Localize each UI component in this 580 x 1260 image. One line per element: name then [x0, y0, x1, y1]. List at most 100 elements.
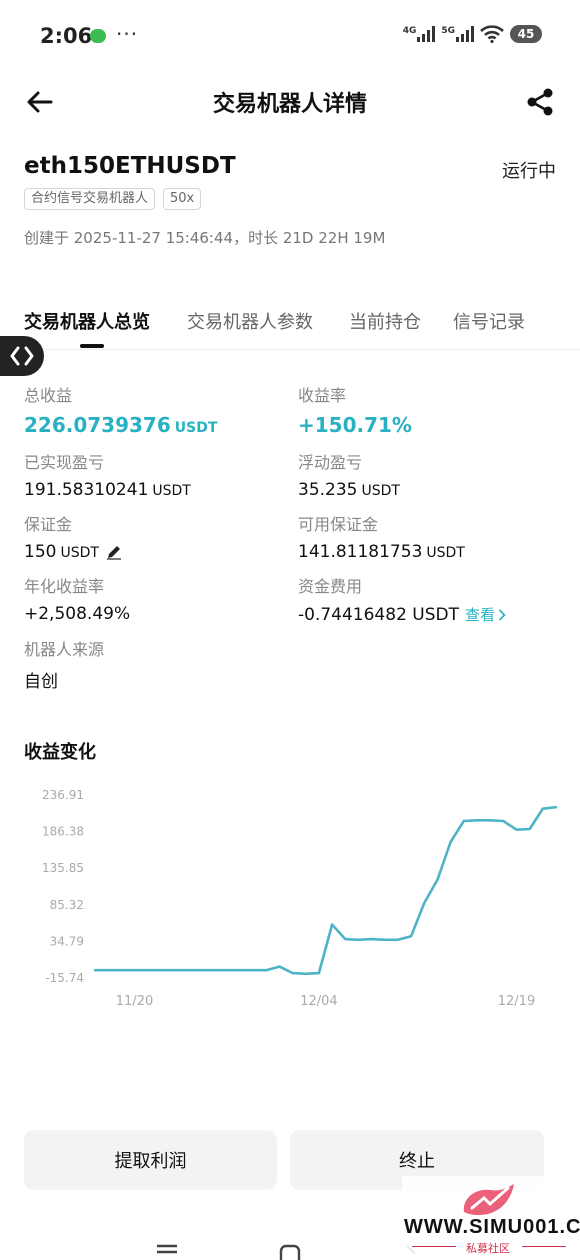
status-bar: 2:06 ··· 4G 5G 45	[0, 0, 580, 72]
tab-overview[interactable]: 交易机器人总览	[24, 308, 150, 334]
profit-data-point	[291, 971, 294, 975]
more-notifications-icon: ···	[116, 22, 139, 46]
stat-floating-pnl: 浮动盈亏 35.235 USDT	[298, 449, 400, 500]
profit-data-point	[330, 923, 334, 926]
stat-label: 保证金	[24, 515, 73, 534]
y-tick-label: 236.91	[42, 788, 84, 802]
stat-available-margin: 可用保证金 141.81181753 USDT	[298, 511, 465, 562]
watermark: WWW.SIMU001.CN 私募社区	[402, 1176, 580, 1260]
x-tick-label: 12/04	[300, 994, 337, 1009]
stat-bot-source: 机器人来源 自创	[24, 636, 104, 692]
stat-label: 收益率	[298, 386, 347, 405]
share-icon[interactable]	[524, 86, 556, 118]
edit-icon[interactable]	[106, 544, 122, 560]
withdraw-profit-button[interactable]: 提取利润	[24, 1130, 277, 1190]
profit-data-point	[199, 969, 202, 972]
chevron-right-icon	[498, 608, 506, 621]
profit-data-point	[436, 878, 439, 881]
stat-label: 已实现盈亏	[24, 453, 105, 472]
created-info: 创建于 2025-11-27 15:46:44，时长 21D 22H 19M	[24, 229, 386, 247]
profit-data-point	[396, 938, 400, 941]
page-title: 交易机器人详情	[212, 92, 367, 117]
profit-data-point	[159, 969, 163, 972]
wifi-icon	[480, 25, 504, 43]
profit-data-point	[344, 937, 347, 941]
profit-data-point	[212, 969, 215, 972]
profit-data-point	[278, 965, 281, 968]
stat-total-profit: 总收益 226.0739376 USDT	[24, 382, 217, 437]
profit-data-point	[449, 840, 452, 844]
profit-data-point	[120, 969, 123, 972]
profit-data-point	[93, 969, 97, 972]
status-icons: 4G 5G 45	[403, 25, 542, 43]
bot-tags: 合约信号交易机器人 50x	[24, 188, 202, 210]
bot-status: 运行中	[502, 161, 556, 182]
profit-data-point	[304, 972, 307, 976]
chart-section-title: 收益变化	[24, 742, 96, 763]
home-nav-icon[interactable]	[278, 1244, 302, 1260]
y-tick-label: 135.85	[42, 861, 84, 875]
y-tick-label: 34.79	[50, 934, 84, 948]
profit-data-point	[251, 969, 255, 972]
stat-annualized-yield: 年化收益率 +2,508.49%	[24, 573, 130, 624]
profit-data-point	[172, 969, 176, 972]
profit-data-point	[502, 819, 505, 823]
profit-data-point	[238, 969, 242, 972]
watermark-text: WWW.SIMU001.CN	[404, 1216, 580, 1238]
leverage-tag: 50x	[163, 188, 202, 210]
status-time: 2:06	[40, 24, 93, 48]
profit-data-point	[541, 807, 545, 810]
profit-data-point	[370, 937, 373, 941]
stat-funding-fee: 资金费用 -0.74416482 USDT 查看	[298, 573, 506, 625]
profit-data-point	[106, 969, 110, 972]
active-tab-indicator	[80, 344, 104, 348]
profit-data-point	[146, 969, 149, 972]
swap-arrows-icon	[10, 346, 34, 366]
x-tick-label: 11/20	[116, 994, 153, 1009]
stat-value: +150.71%	[298, 413, 412, 437]
stat-label: 可用保证金	[298, 515, 379, 534]
profit-data-point	[515, 828, 518, 831]
profit-data-point	[317, 971, 321, 975]
floating-switch-button[interactable]	[0, 336, 44, 376]
stat-value: 226.0739376 USDT	[24, 413, 218, 437]
stat-value: -0.74416482 USDT 查看	[298, 604, 506, 625]
profit-series-line	[95, 805, 557, 976]
stat-realized-pnl: 已实现盈亏 191.58310241 USDT	[24, 449, 191, 500]
app-header: 交易机器人详情	[0, 72, 580, 132]
profit-data-point	[423, 901, 426, 905]
profit-data-point	[554, 806, 558, 809]
wechat-notification-icon	[90, 29, 106, 43]
stat-margin: 保证金 150 USDT	[24, 511, 122, 562]
menu-nav-icon[interactable]	[156, 1244, 178, 1260]
bot-type-tag: 合约信号交易机器人	[24, 188, 156, 210]
stat-value: 141.81181753 USDT	[298, 542, 465, 562]
stat-value: +2,508.49%	[24, 604, 131, 624]
watermark-logo	[463, 1184, 514, 1216]
stat-value: 自创	[24, 672, 58, 692]
profit-data-point	[357, 938, 360, 941]
stat-value: 150 USDT	[24, 542, 122, 562]
profit-data-point	[225, 969, 228, 972]
signal-5g-icon: 5G	[441, 26, 474, 42]
profit-data-point	[475, 819, 479, 822]
y-tick-label: 85.32	[50, 898, 84, 912]
stat-label: 资金费用	[298, 577, 363, 596]
profit-data-point	[528, 827, 531, 831]
stat-value: 35.235 USDT	[298, 480, 400, 500]
profit-data-point	[462, 819, 465, 823]
signal-4g-icon: 4G	[403, 26, 436, 42]
tab-parameters[interactable]: 交易机器人参数	[187, 308, 313, 334]
stat-yield: 收益率 +150.71%	[298, 382, 412, 437]
profit-data-point	[409, 934, 413, 938]
stat-label: 总收益	[24, 386, 73, 405]
bot-name: eth150ETHUSDT	[24, 153, 236, 179]
tab-positions[interactable]: 当前持仓	[349, 308, 421, 334]
funding-view-link[interactable]: 查看	[465, 604, 506, 625]
profit-data-point	[383, 938, 386, 941]
profit-data-point	[133, 969, 136, 972]
tab-signals[interactable]: 信号记录	[453, 308, 525, 334]
profit-data-point	[265, 969, 268, 972]
stat-label: 浮动盈亏	[298, 453, 363, 472]
stat-value: 191.58310241 USDT	[24, 480, 191, 500]
